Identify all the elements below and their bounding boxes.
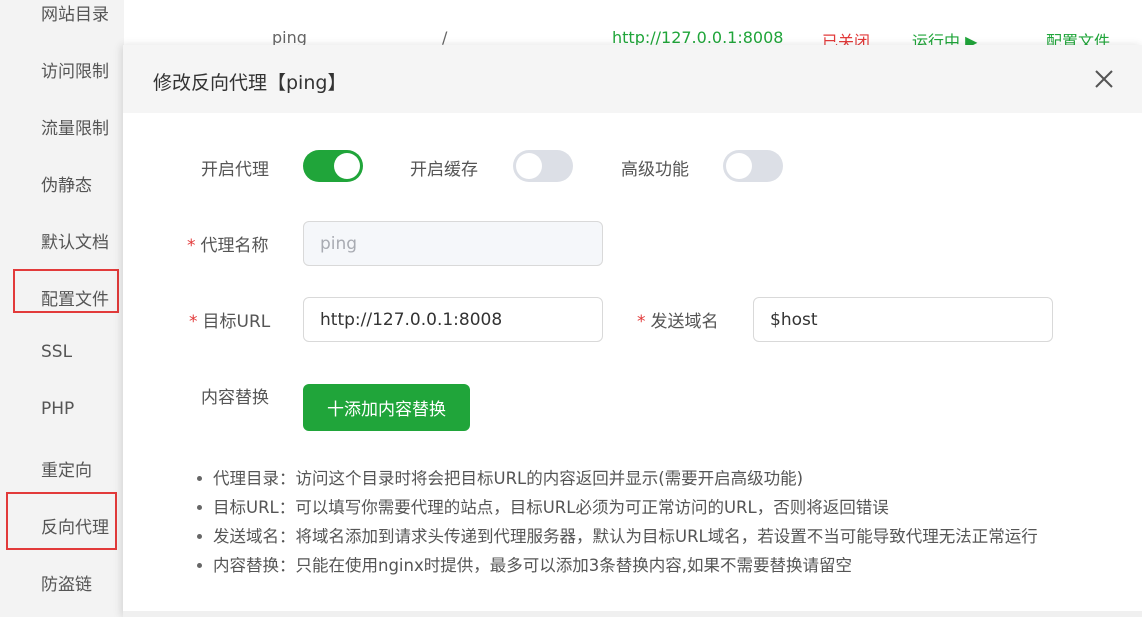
highlight-box-config-file [13, 269, 119, 313]
dialog-header: 修改反向代理【ping】 [123, 45, 1142, 113]
sidebar-item-site-dir[interactable]: 网站目录 [41, 0, 109, 25]
proxy-name-input[interactable]: ping [303, 221, 603, 266]
edit-reverse-proxy-dialog: 修改反向代理【ping】 开启代理 开启缓存 高级功能 * 代理名称 ping *… [123, 45, 1142, 617]
proxy-name-label: * 代理名称 [187, 236, 269, 256]
required-mark: * [189, 312, 198, 332]
dialog-footer-edge [123, 611, 1142, 617]
target-url-input[interactable]: http://127.0.0.1:8008 [303, 297, 603, 342]
required-mark: * [637, 312, 646, 332]
cache-toggle-label: 开启缓存 [410, 160, 478, 180]
advanced-toggle[interactable] [723, 150, 783, 182]
cache-toggle[interactable] [513, 150, 573, 182]
advanced-toggle-label: 高级功能 [621, 160, 689, 180]
sidebar-item-redirect[interactable]: 重定向 [41, 456, 92, 481]
proxy-toggle-label: 开启代理 [201, 160, 269, 180]
close-icon[interactable] [1092, 67, 1116, 91]
help-tips-list: 代理目录：访问这个目录时将会把目标URL的内容返回并显示(需要开启高级功能) 目… [193, 464, 1038, 580]
sidebar-item-default-doc[interactable]: 默认文档 [41, 228, 109, 253]
sidebar-item-ssl[interactable]: SSL [41, 342, 72, 362]
sidebar-item-access-limit[interactable]: 访问限制 [41, 57, 109, 82]
proxy-toggle[interactable] [303, 150, 363, 182]
tip-item: 发送域名：将域名添加到请求头传递到代理服务器，默认为目标URL域名，若设置不当可… [193, 522, 1038, 551]
target-url-label: * 目标URL [189, 312, 271, 332]
dialog-title: 修改反向代理【ping】 [153, 72, 347, 94]
tip-item: 代理目录：访问这个目录时将会把目标URL的内容返回并显示(需要开启高级功能) [193, 464, 1038, 493]
add-content-replace-button[interactable]: 十添加内容替换 [303, 384, 470, 431]
content-replace-label: 内容替换 [201, 388, 269, 408]
toggle-knob [726, 153, 752, 179]
sidebar-item-php[interactable]: PHP [41, 399, 74, 419]
sidebar-item-traffic-limit[interactable]: 流量限制 [41, 114, 109, 139]
tip-item: 目标URL：可以填写你需要代理的站点，目标URL必须为可正常访问的URL，否则将… [193, 493, 1038, 522]
tip-item: 内容替换：只能在使用nginx时提供，最多可以添加3条替换内容,如果不需要替换请… [193, 551, 1038, 580]
sidebar-item-rewrite[interactable]: 伪静态 [41, 171, 92, 196]
send-domain-label: * 发送域名 [637, 312, 719, 332]
toggle-knob [516, 153, 542, 179]
send-domain-input[interactable]: $host [753, 297, 1053, 342]
required-mark: * [187, 236, 196, 256]
toggle-knob [334, 153, 360, 179]
sidebar-item-hotlink[interactable]: 防盗链 [41, 570, 92, 595]
highlight-box-reverse-proxy [6, 492, 117, 550]
